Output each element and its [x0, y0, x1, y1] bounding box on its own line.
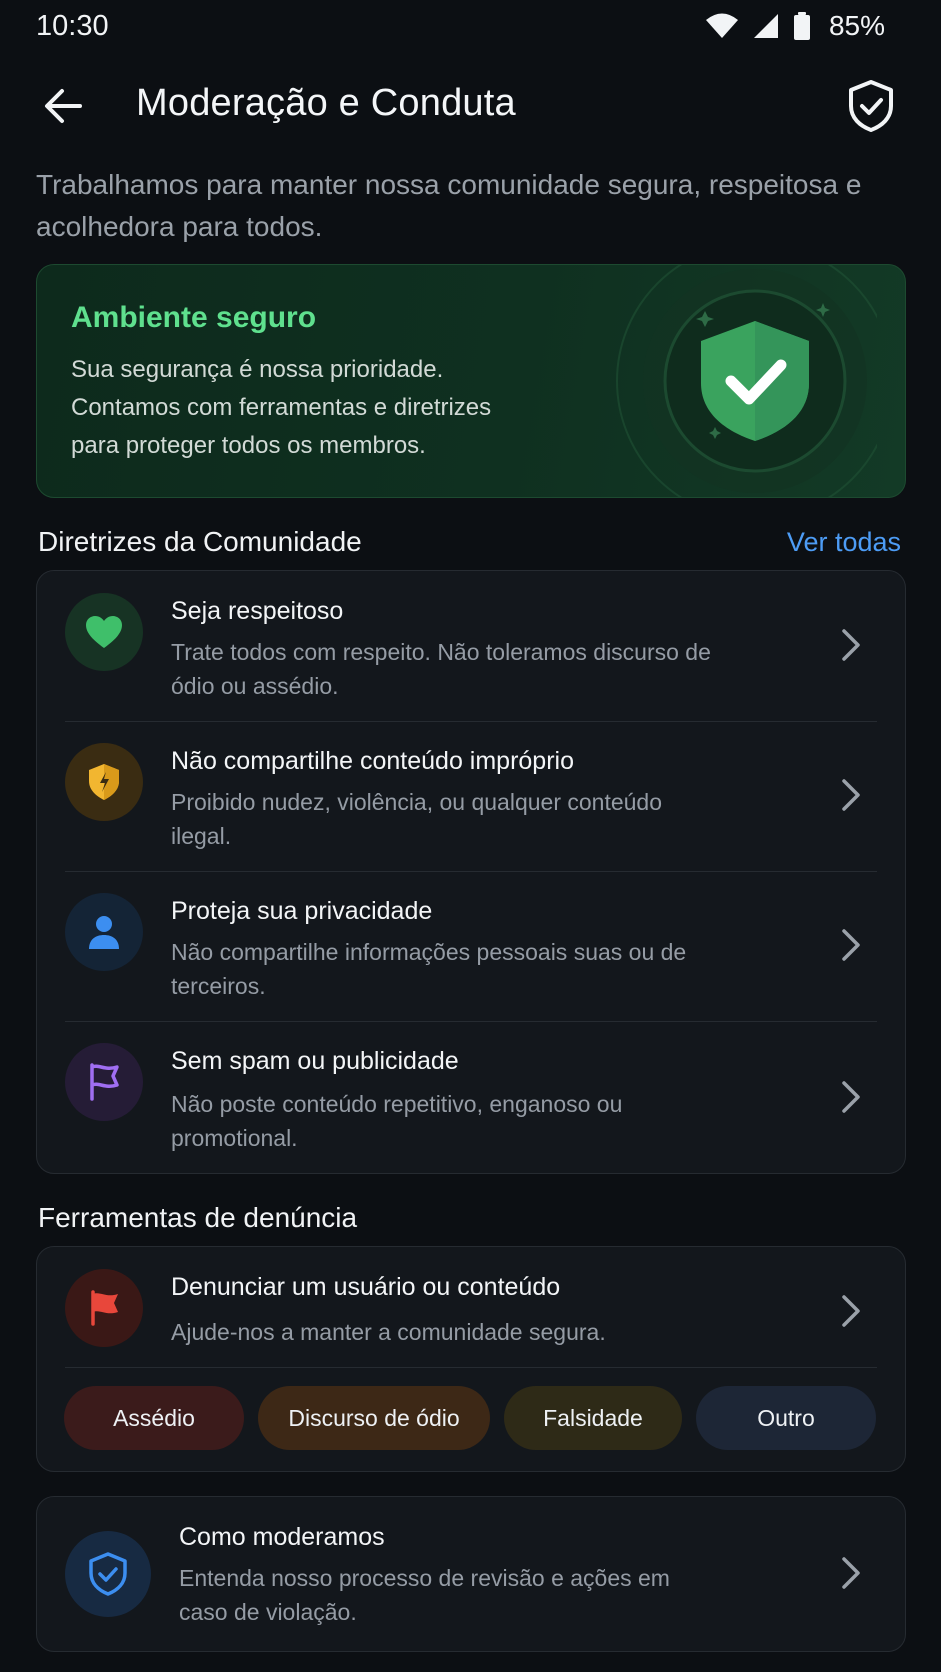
guideline-spam-row[interactable]: Sem spam ou publicidade Não poste conteú…: [37, 1021, 905, 1171]
safe-environment-card: Ambiente seguro Sua segurança é nossa pr…: [36, 264, 906, 498]
chevron-right-icon: [842, 629, 860, 661]
report-section-title: Ferramentas de denúncia: [38, 1202, 358, 1233]
guideline-privacy-row[interactable]: Proteja sua privacidade Não compartilhe …: [37, 871, 905, 1021]
app-bar: Moderação e Conduta: [0, 64, 941, 148]
chevron-right-icon: [842, 1557, 860, 1589]
guideline-content-row[interactable]: Não compartilhe conteúdo impróprio Proib…: [37, 721, 905, 871]
guideline-title: Seja respeitoso: [171, 597, 344, 625]
shield-alert-icon: [65, 743, 143, 821]
safety-button[interactable]: [845, 78, 897, 134]
back-button[interactable]: [40, 84, 88, 128]
guideline-desc: Não compartilhe informações pessoais sua…: [171, 939, 687, 999]
status-bar: 10:30 85%: [0, 0, 941, 56]
chevron-right-icon: [842, 929, 860, 961]
battery-icon: [793, 12, 810, 40]
hero-title: Ambiente seguro: [71, 301, 317, 334]
guideline-desc: Trate todos com respeito. Não toleramos …: [171, 639, 711, 699]
person-icon: [65, 893, 143, 971]
chip-hate-speech[interactable]: Discurso de ódio: [258, 1386, 490, 1450]
chevron-right-icon: [842, 1081, 860, 1113]
guidelines-card: Seja respeitoso Trate todos com respeito…: [36, 570, 906, 1174]
chip-falsehood[interactable]: Falsidade: [504, 1386, 682, 1450]
guidelines-section-title: Diretrizes da Comunidade: [38, 526, 362, 557]
hero-text: Sua segurança é nossa prioridade. Contam…: [71, 356, 492, 459]
chevron-right-icon: [842, 779, 860, 811]
report-title: Denunciar um usuário ou conteúdo: [171, 1273, 561, 1301]
moderation-card[interactable]: Como moderamos Entenda nosso processo de…: [36, 1496, 906, 1652]
shield-check-icon: [65, 1531, 151, 1617]
guideline-title: Proteja sua privacidade: [171, 897, 433, 925]
guideline-title: Não compartilhe conteúdo impróprio: [171, 747, 574, 775]
green-shield-icon: [616, 265, 877, 497]
report-desc: Ajude-nos a manter a comunidade segura.: [171, 1319, 606, 1345]
guideline-respect-row[interactable]: Seja respeitoso Trate todos com respeito…: [37, 571, 905, 721]
red-flag-icon: [65, 1269, 143, 1347]
guideline-title: Sem spam ou publicidade: [171, 1047, 459, 1075]
arrow-left-icon: [45, 89, 82, 123]
status-time: 10:30: [36, 10, 109, 42]
guideline-desc: Não poste conteúdo repetitivo, enganoso …: [171, 1091, 623, 1151]
battery-percent: 85%: [828, 10, 885, 41]
chip-other[interactable]: Outro: [696, 1386, 876, 1450]
moderation-title: Como moderamos: [179, 1523, 385, 1551]
divider: [65, 1367, 877, 1368]
shield-check-icon: [849, 80, 893, 132]
intro-text: Trabalhamos para manter nossa comunidade…: [36, 169, 862, 242]
see-all-link[interactable]: Ver todas: [787, 527, 901, 558]
page-title: Moderação e Conduta: [136, 82, 516, 124]
moderation-desc: Entenda nosso processo de revisão e açõe…: [179, 1565, 670, 1625]
wifi-icon: [705, 13, 738, 38]
guideline-desc: Proibido nudez, violência, ou qualquer c…: [171, 789, 663, 849]
chip-harassment[interactable]: Assédio: [64, 1386, 244, 1450]
report-user-row[interactable]: Denunciar um usuário ou conteúdo Ajude-n…: [37, 1247, 905, 1367]
cell-signal-icon: [753, 14, 778, 38]
status-icons: 85%: [705, 10, 885, 42]
chevron-right-icon: [842, 1295, 860, 1327]
heart-icon: [65, 593, 143, 671]
flag-icon: [65, 1043, 143, 1121]
